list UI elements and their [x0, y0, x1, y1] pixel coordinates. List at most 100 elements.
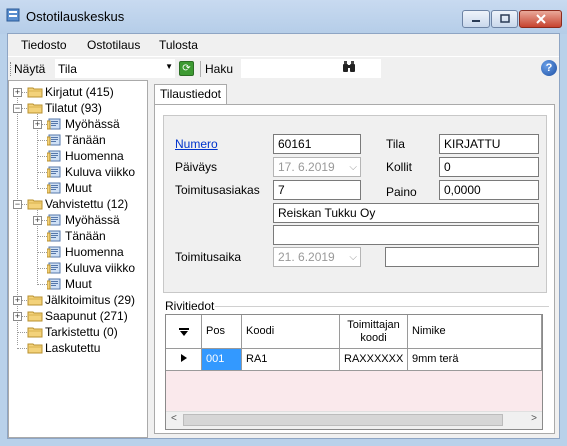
table-cell-nimike[interactable]: 9mm terä — [408, 349, 542, 371]
expand-icon[interactable]: + — [13, 312, 22, 321]
horizontal-scrollbar[interactable]: < > — [166, 411, 542, 429]
menu-tiedosto[interactable]: Tiedosto — [21, 38, 67, 52]
binoculars-icon[interactable] — [342, 61, 356, 73]
scrollbar-thumb[interactable] — [183, 414, 503, 426]
rows-grid[interactable]: Pos Koodi Toimittajan koodi Nimike 001 R… — [165, 314, 543, 430]
toolbar-grip[interactable] — [10, 62, 13, 76]
tree-node[interactable]: Tarkistettu (0) — [9, 324, 147, 340]
chevron-down-icon: ▼ — [165, 62, 173, 71]
column-header-pos[interactable]: Pos — [202, 315, 242, 349]
show-select[interactable]: Tila ▼ — [55, 59, 175, 78]
tree-node[interactable]: + Myöhässä — [9, 116, 147, 132]
tree-node[interactable]: Tänään — [9, 132, 147, 148]
customer-name-field[interactable]: Reiskan Tukku Oy — [273, 203, 539, 223]
filter-icon — [178, 327, 189, 336]
tree-node[interactable]: + Kirjatut (415) — [9, 84, 147, 100]
paino-field[interactable]: 0,0000 — [439, 180, 539, 200]
tree-node[interactable]: Kuluva viikko — [9, 260, 147, 276]
toimitusasiakas-field[interactable]: 7 — [273, 180, 361, 200]
folder-icon — [47, 150, 61, 162]
collapse-icon[interactable]: − — [13, 200, 22, 209]
minimize-button[interactable] — [462, 10, 490, 28]
grid-corner[interactable] — [166, 315, 202, 349]
tree-node-label: Myöhässä — [65, 117, 120, 131]
column-header-toimittajan-koodi[interactable]: Toimittajan koodi — [340, 315, 408, 349]
kollit-field[interactable]: 0 — [439, 157, 539, 177]
tree-node[interactable]: + Myöhässä — [9, 212, 147, 228]
tree-node-label: Kirjatut (415) — [45, 85, 114, 99]
show-label: Näytä — [14, 62, 46, 76]
tree-node[interactable]: Huomenna — [9, 244, 147, 260]
expand-icon[interactable]: + — [33, 120, 42, 129]
tree-line — [37, 172, 47, 173]
tree-node[interactable]: Kuluva viikko — [9, 164, 147, 180]
search-input[interactable] — [241, 59, 381, 78]
toimitusaika-extra-field[interactable] — [385, 247, 539, 267]
collapse-icon[interactable]: − — [13, 104, 22, 113]
close-icon — [535, 14, 546, 24]
tree-node[interactable]: + Saapunut (271) — [9, 308, 147, 324]
toolbar-separator — [200, 61, 201, 77]
status-tree[interactable]: + Kirjatut (415) − Tilatut (93) + Myöhässä Tän… — [8, 80, 148, 438]
folder-icon — [27, 311, 43, 322]
folder-icon — [47, 166, 61, 178]
window-title: Ostotilauskeskus — [26, 9, 125, 24]
toolbar: Näytä Tila ▼ ⟳ Haku ? — [8, 56, 559, 81]
tree-node[interactable]: − Tilatut (93) — [9, 100, 147, 116]
tree-node[interactable]: Huomenna — [9, 148, 147, 164]
numero-link[interactable]: Numero — [175, 137, 218, 151]
tab-tilaustiedot[interactable]: Tilaustiedot — [154, 84, 227, 105]
folder-icon — [27, 295, 43, 306]
folder-icon — [47, 230, 61, 242]
numero-field[interactable]: 60161 — [273, 134, 361, 154]
maximize-button[interactable] — [491, 10, 518, 28]
folder-icon — [47, 214, 61, 226]
table-cell-toimittajan-koodi[interactable]: RAXXXXXX — [340, 349, 408, 371]
menu-tulosta[interactable]: Tulosta — [159, 38, 198, 52]
current-row-icon — [180, 354, 187, 362]
tree-node[interactable]: − Vahvistettu (12) — [9, 196, 147, 212]
refresh-icon[interactable]: ⟳ — [179, 61, 194, 76]
tree-node-label: Myöhässä — [65, 213, 120, 227]
expand-icon[interactable]: + — [33, 216, 42, 225]
tree-line — [37, 236, 47, 237]
tree-node[interactable]: + Jälkitoimitus (29) — [9, 292, 147, 308]
tree-node[interactable]: Laskutettu — [9, 340, 147, 356]
folder-icon — [47, 262, 61, 274]
rows-section-divider — [215, 306, 549, 307]
tree-node[interactable]: Tänään — [9, 228, 147, 244]
kollit-label: Kollit — [386, 160, 413, 174]
table-cell-koodi[interactable]: RA1 — [242, 349, 340, 371]
close-button[interactable] — [519, 10, 562, 28]
scroll-right-icon[interactable]: > — [531, 413, 537, 424]
tree-line — [37, 252, 47, 253]
folder-icon — [47, 182, 61, 194]
folder-icon — [47, 278, 61, 290]
tree-node-label: Tilatut (93) — [45, 101, 102, 115]
tree-line — [37, 268, 47, 269]
tree-node-label: Vahvistettu (12) — [45, 197, 129, 211]
folder-icon — [27, 343, 43, 354]
column-header-nimike[interactable]: Nimike — [408, 315, 542, 349]
tree-node[interactable]: Muut — [9, 180, 147, 196]
scroll-left-icon[interactable]: < — [171, 413, 177, 424]
row-indicator[interactable] — [166, 349, 202, 371]
tree-line — [37, 284, 47, 285]
tila-field[interactable]: KIRJATTU — [439, 134, 539, 154]
table-cell-pos[interactable]: 001 — [202, 349, 242, 371]
title-bar[interactable]: Ostotilauskeskus — [0, 0, 567, 34]
search-label: Haku — [205, 62, 234, 76]
tree-line — [37, 140, 47, 141]
paivays-value: 17. 6.2019 — [278, 160, 335, 174]
app-icon — [6, 8, 20, 22]
expand-icon[interactable]: + — [13, 88, 22, 97]
expand-icon[interactable]: + — [13, 296, 22, 305]
menu-ostotilaus[interactable]: Ostotilaus — [87, 38, 140, 52]
tree-node[interactable]: Muut — [9, 276, 147, 292]
tree-node-label: Saapunut (271) — [45, 309, 128, 323]
maximize-icon — [499, 14, 510, 23]
tree-line — [37, 156, 47, 157]
customer-extra-field[interactable] — [273, 225, 539, 245]
help-icon[interactable]: ? — [541, 60, 557, 76]
column-header-koodi[interactable]: Koodi — [242, 315, 340, 349]
